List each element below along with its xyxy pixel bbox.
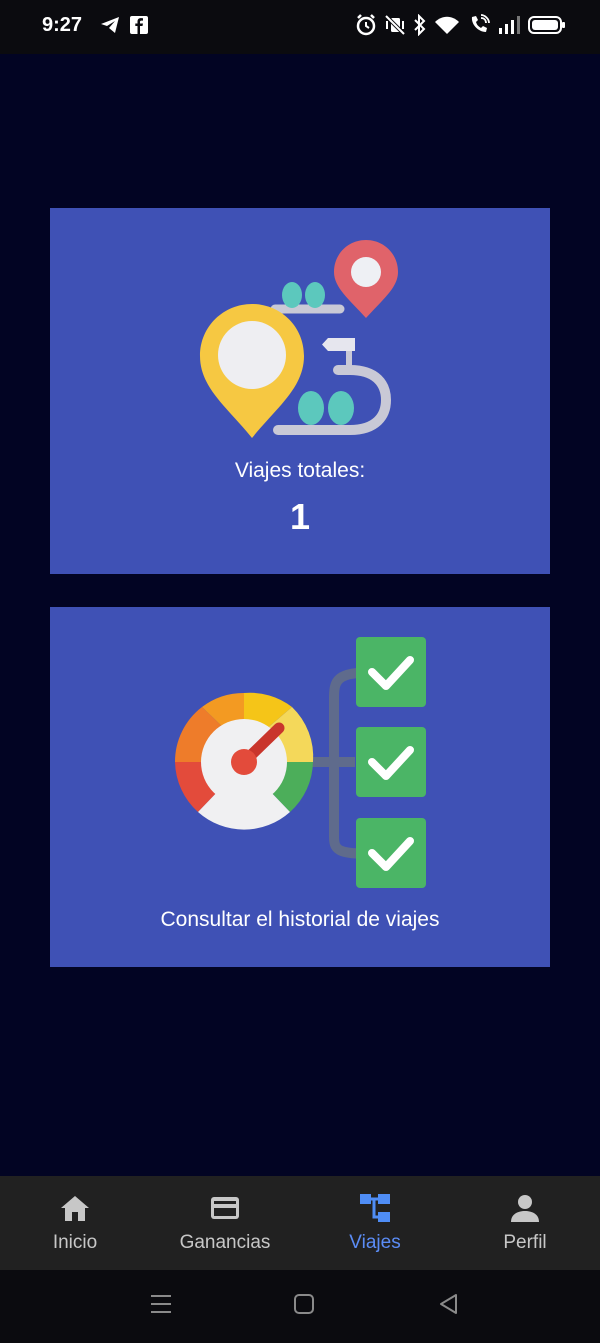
- status-right-icons: [356, 14, 566, 36]
- nav-item-inicio[interactable]: Inicio: [0, 1176, 150, 1270]
- nav-label-perfil: Perfil: [503, 1232, 547, 1253]
- status-time: 9:27: [42, 14, 83, 36]
- trip-history-label: Consultar el historial de viajes: [160, 908, 440, 931]
- wifi-icon: [435, 16, 459, 34]
- nav-item-viajes[interactable]: Viajes: [300, 1176, 450, 1270]
- back-icon[interactable]: [438, 1292, 460, 1316]
- wifi-call-icon: [471, 14, 490, 32]
- card-icon: [211, 1197, 239, 1219]
- telegram-icon: [101, 17, 119, 33]
- signal-icon: [499, 16, 520, 34]
- bottom-nav: Inicio Ganancias Viajes Perfil: [0, 1176, 600, 1270]
- menu-icon[interactable]: [150, 1292, 172, 1316]
- nav-label-ganancias: Ganancias: [179, 1232, 271, 1253]
- vibrate-off-icon: [384, 14, 406, 36]
- trips-icon: [360, 1194, 390, 1222]
- person-icon: [511, 1195, 539, 1222]
- home-icon: [61, 1196, 89, 1221]
- total-trips-value: 1: [289, 496, 311, 537]
- speedometer-checklist-icon: [174, 637, 426, 888]
- nav-label-viajes: Viajes: [349, 1232, 401, 1253]
- alarm-icon: [356, 14, 376, 36]
- status-left-icons: [100, 16, 148, 34]
- route-map-icon: [200, 240, 398, 438]
- trip-history-card[interactable]: Consultar el historial de viajes: [50, 607, 550, 967]
- nav-label-inicio: Inicio: [52, 1232, 98, 1253]
- status-bar: 9:27: [0, 0, 600, 54]
- nav-item-perfil[interactable]: Perfil: [450, 1176, 600, 1270]
- home-square-icon[interactable]: [293, 1292, 315, 1316]
- facebook-icon: [130, 16, 148, 34]
- total-trips-card: Viajes totales: 1: [50, 208, 550, 574]
- nav-item-ganancias[interactable]: Ganancias: [150, 1176, 300, 1270]
- total-trips-label: Viajes totales:: [234, 459, 366, 482]
- bluetooth-icon: [414, 14, 426, 36]
- battery-icon: [528, 16, 565, 34]
- system-nav-bar: [0, 1270, 600, 1343]
